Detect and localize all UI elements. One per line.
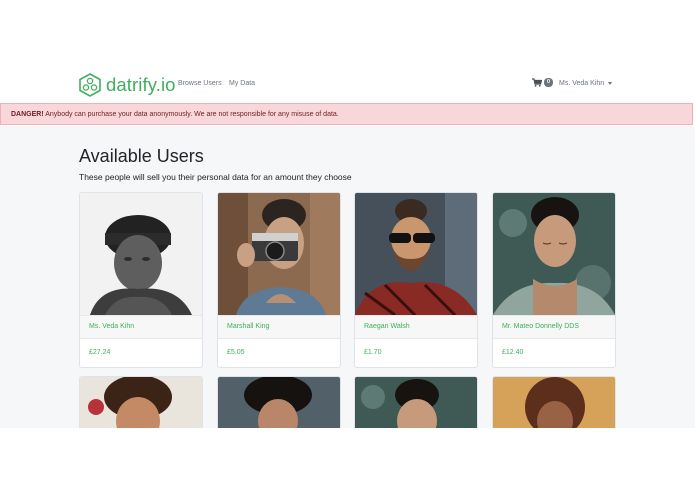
user-photo[interactable] — [493, 377, 615, 428]
user-price: £27.24 — [89, 349, 111, 356]
alert-title: DANGER! — [11, 111, 44, 118]
datrify-logo-icon — [79, 73, 101, 97]
user-photo[interactable] — [80, 377, 202, 428]
user-photo[interactable] — [218, 377, 340, 428]
cart-button[interactable]: 0 — [532, 78, 554, 87]
user-card[interactable]: Ms. Veda Kihn £27.24 — [79, 192, 203, 368]
shopping-cart-icon — [532, 78, 542, 87]
user-photo[interactable] — [355, 377, 477, 428]
user-price: £5.05 — [227, 349, 245, 356]
caret-down-icon — [608, 82, 613, 85]
user-menu-label: Ms. Veda Kihn — [559, 80, 605, 87]
user-card[interactable] — [354, 376, 478, 428]
nav-browse-users[interactable]: Browse Users — [178, 80, 222, 87]
user-photo[interactable] — [493, 193, 615, 315]
user-menu-dropdown[interactable]: Ms. Veda Kihn — [559, 80, 613, 87]
navbar: datrify.io Browse Users My Data 0 Ms. Ve… — [0, 66, 695, 104]
user-card[interactable]: Mr. Mateo Donnelly DDS £12.40 — [492, 192, 616, 368]
user-card[interactable] — [79, 376, 203, 428]
main-content: Available Users These people will sell y… — [0, 126, 695, 428]
alert-message: Anybody can purchase your data anonymous… — [45, 111, 339, 118]
brand-name: datrify.io — [106, 74, 176, 95]
user-name-link[interactable]: Ms. Veda Kihn — [80, 315, 202, 339]
user-name-link[interactable]: Raegan Walsh — [355, 315, 477, 339]
user-photo[interactable] — [218, 193, 340, 315]
user-card[interactable] — [217, 376, 341, 428]
nav-my-data[interactable]: My Data — [229, 80, 255, 87]
page-subtitle: These people will sell you their persona… — [79, 172, 352, 182]
user-name-link[interactable]: Mr. Mateo Donnelly DDS — [493, 315, 615, 339]
user-card[interactable]: Raegan Walsh £1.70 — [354, 192, 478, 368]
user-card[interactable]: Marshall King £5.05 — [217, 192, 341, 368]
brand[interactable]: datrify.io — [79, 72, 176, 98]
user-price: £1.70 — [364, 349, 382, 356]
page-title: Available Users — [79, 146, 204, 166]
user-photo[interactable] — [355, 193, 477, 315]
user-card[interactable] — [492, 376, 616, 428]
user-name-link[interactable]: Marshall King — [218, 315, 340, 339]
cart-count-badge: 0 — [544, 78, 554, 87]
user-price: £12.40 — [502, 349, 524, 356]
user-photo[interactable] — [80, 193, 202, 315]
danger-alert: DANGER! Anybody can purchase your data a… — [0, 103, 693, 125]
